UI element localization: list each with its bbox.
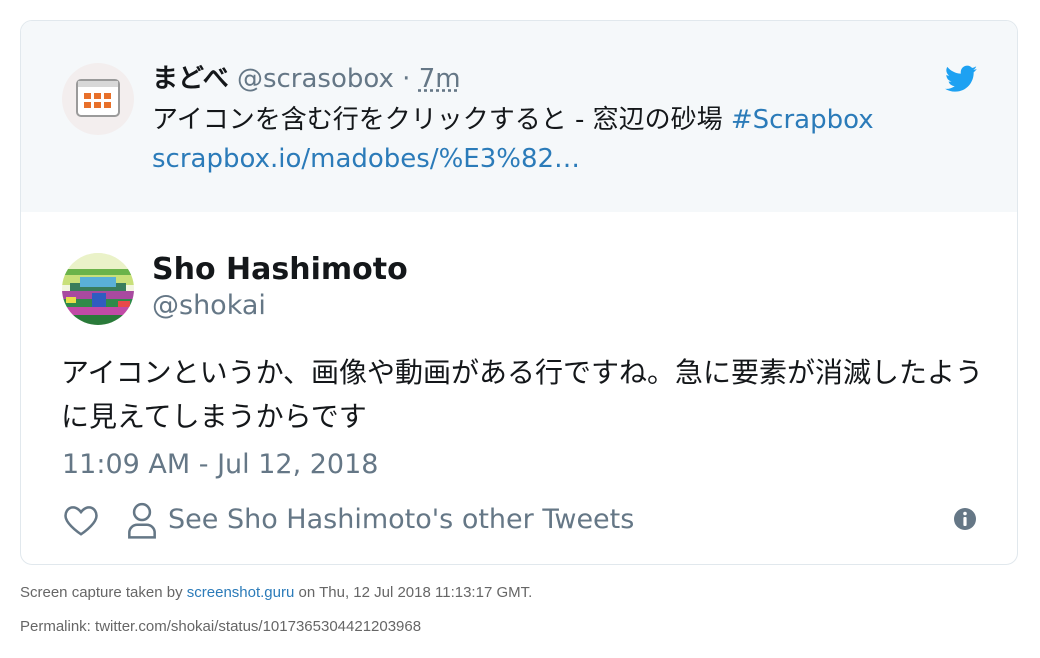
author-name[interactable]: Sho Hashimoto xyxy=(152,250,408,290)
quoted-tweet[interactable]: まどべ @scrasobox · 7m アイコンを含む行をクリックすると - 窓… xyxy=(21,21,1017,212)
tweet-actions: See Sho Hashimoto's other Tweets xyxy=(62,499,982,543)
twitter-bird-icon[interactable] xyxy=(945,65,977,93)
quoted-handle[interactable]: @scrasobox xyxy=(237,64,394,94)
screenshot-guru-link[interactable]: screenshot.guru xyxy=(187,584,295,601)
quoted-avatar[interactable] xyxy=(62,63,134,135)
info-icon[interactable] xyxy=(953,507,977,531)
calendar-grid-icon xyxy=(76,79,120,117)
author-avatar[interactable] xyxy=(62,253,134,325)
capture-prefix: Screen capture taken by xyxy=(20,584,187,601)
quoted-header: まどべ @scrasobox · 7m xyxy=(152,59,461,99)
capture-suffix: on Thu, 12 Jul 2018 11:13:17 GMT. xyxy=(294,584,533,601)
heart-icon[interactable] xyxy=(62,501,100,539)
quoted-text: アイコンを含む行をクリックすると - 窓辺の砂場 #Scrapbox scrap… xyxy=(152,101,874,179)
quoted-separator: · xyxy=(402,64,411,94)
tweet-timestamp[interactable]: 11:09 AM - Jul 12, 2018 xyxy=(62,445,378,485)
person-icon[interactable] xyxy=(126,501,158,539)
permalink: Permalink: twitter.com/shokai/status/101… xyxy=(20,618,422,635)
tweet-text: アイコンというか、画像や動画がある行ですね。急に要素が消滅したように見えてしまう… xyxy=(61,356,984,433)
quoted-time[interactable]: 7m xyxy=(419,64,461,94)
quoted-hashtag[interactable]: #Scrapbox xyxy=(731,105,874,135)
author-handle[interactable]: @shokai xyxy=(152,287,266,325)
capture-credit: Screen capture taken by screenshot.guru … xyxy=(20,584,532,601)
quoted-link[interactable]: scrapbox.io/madobes/%E3%82… xyxy=(152,144,580,174)
avatar-image xyxy=(62,253,134,325)
see-other-tweets-link[interactable]: See Sho Hashimoto's other Tweets xyxy=(168,499,634,541)
quoted-text-body: アイコンを含む行をクリックすると - 窓辺の砂場 xyxy=(152,105,731,135)
quoted-name[interactable]: まどべ xyxy=(152,64,229,94)
embedded-tweet-card: まどべ @scrasobox · 7m アイコンを含む行をクリックすると - 窓… xyxy=(20,20,1018,565)
